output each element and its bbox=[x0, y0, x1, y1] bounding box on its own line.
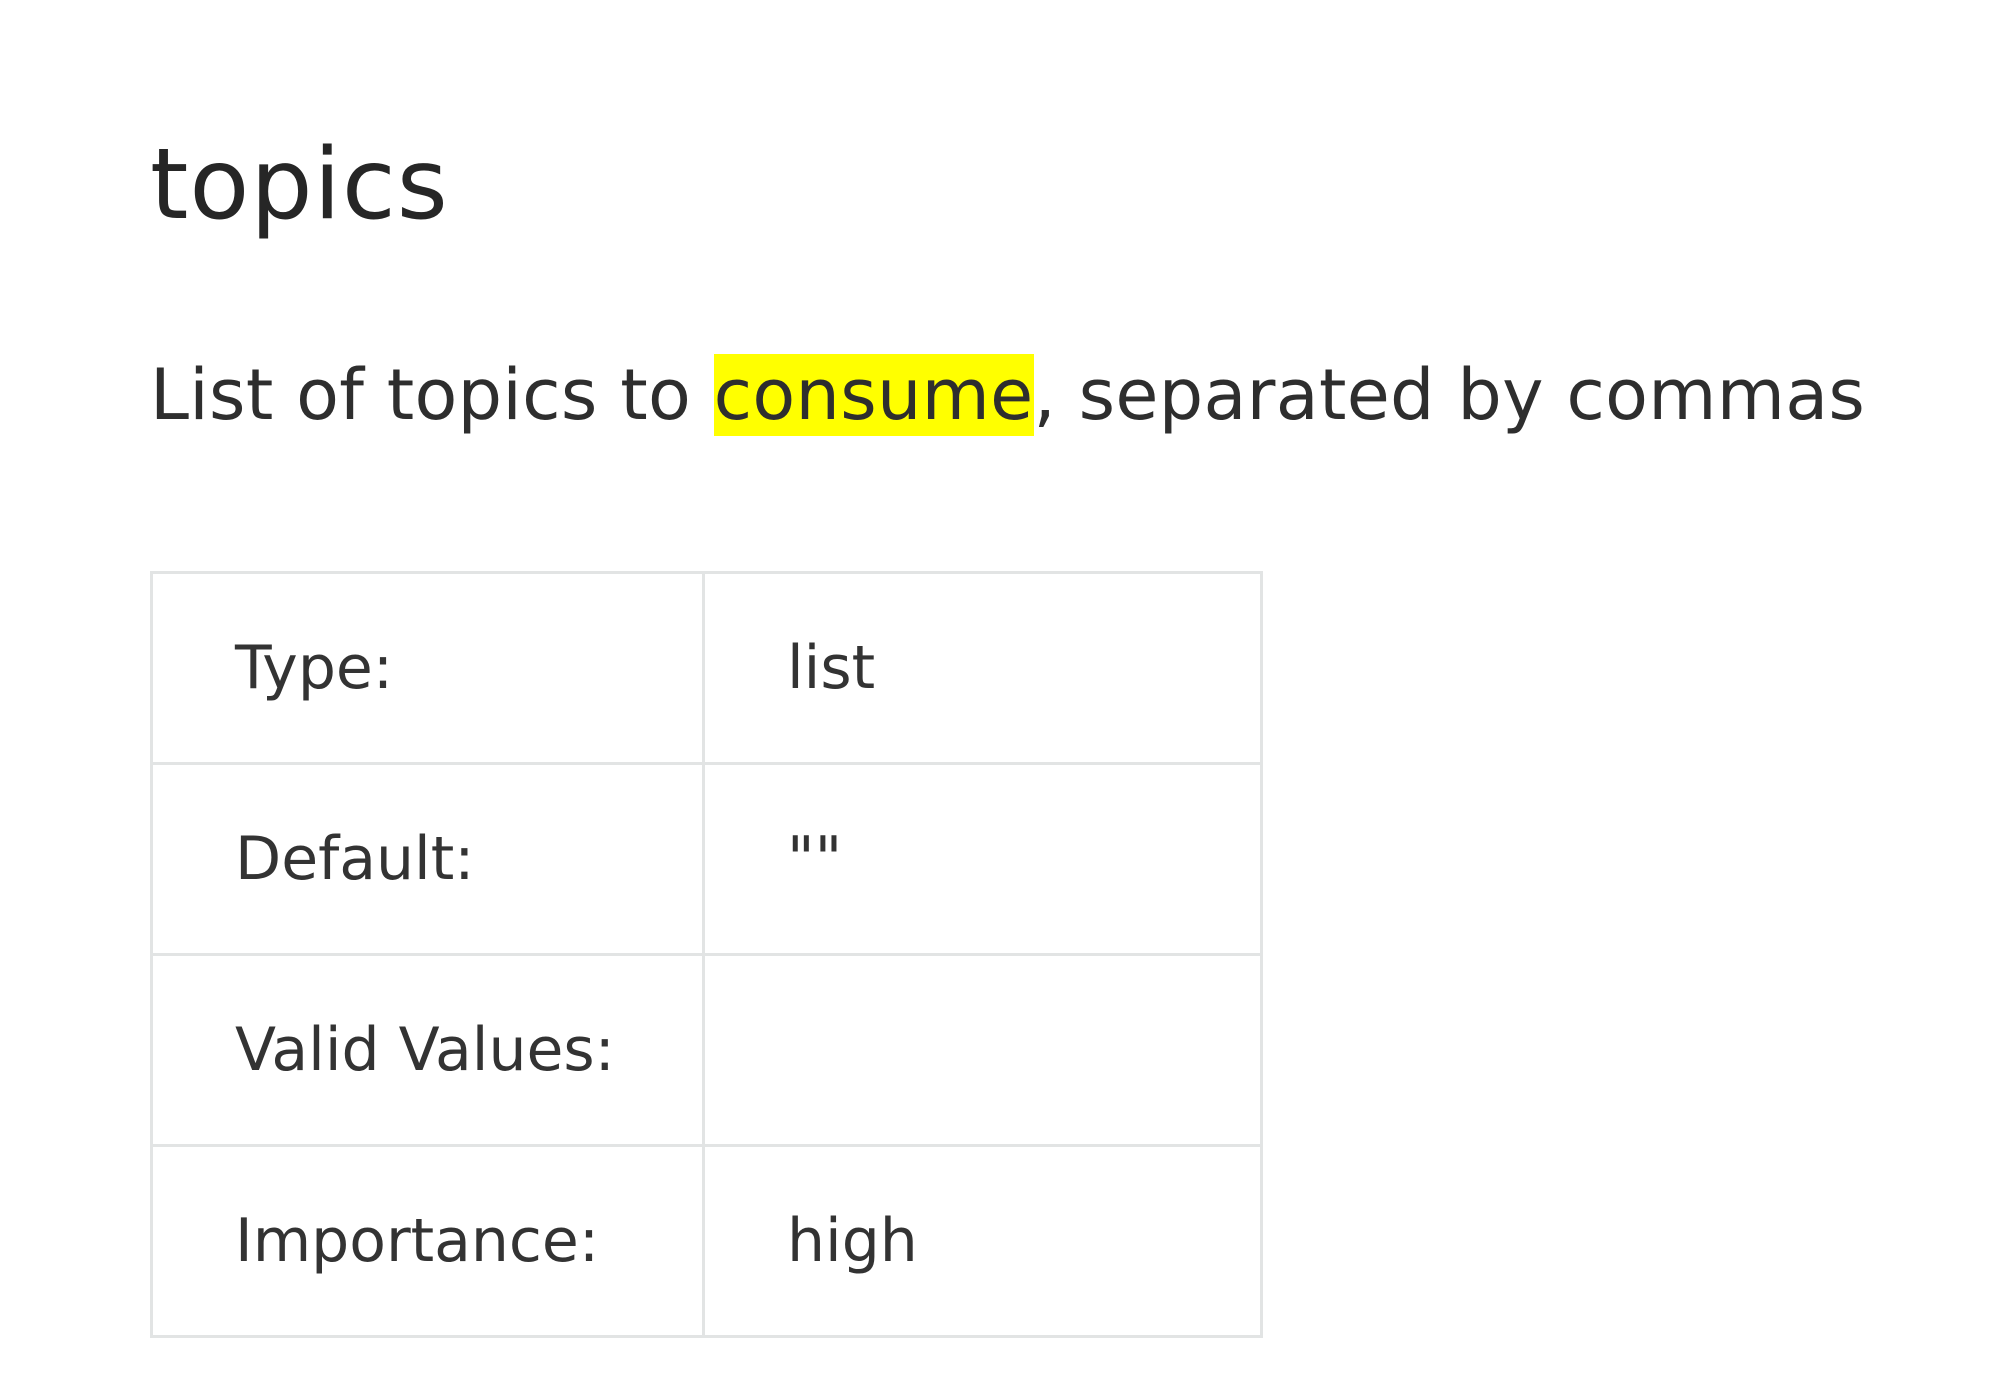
table-row-valid-values: Valid Values: bbox=[150, 953, 1263, 1147]
property-label: Default: bbox=[150, 762, 705, 956]
property-value: "" bbox=[702, 762, 1263, 956]
property-value: high bbox=[702, 1144, 1263, 1338]
property-value: list bbox=[702, 571, 1263, 765]
property-label: Valid Values: bbox=[150, 953, 705, 1147]
table-row-importance: Importance: high bbox=[150, 1144, 1263, 1338]
search-highlight: consume bbox=[713, 354, 1034, 436]
property-label: Type: bbox=[150, 571, 705, 765]
table-row-type: Type: list bbox=[150, 571, 1263, 765]
config-description: List of topics to consume, separated by … bbox=[150, 346, 1865, 444]
property-value bbox=[702, 953, 1263, 1147]
table-row-default: Default: "" bbox=[150, 762, 1263, 956]
config-properties-table: Type: list Default: "" Valid Values: Imp… bbox=[150, 571, 1263, 1338]
config-name-heading: topics bbox=[150, 128, 449, 242]
description-text-after: , separated by commas bbox=[1033, 354, 1866, 436]
description-text-before: List of topics to bbox=[150, 354, 714, 436]
property-label: Importance: bbox=[150, 1144, 705, 1338]
